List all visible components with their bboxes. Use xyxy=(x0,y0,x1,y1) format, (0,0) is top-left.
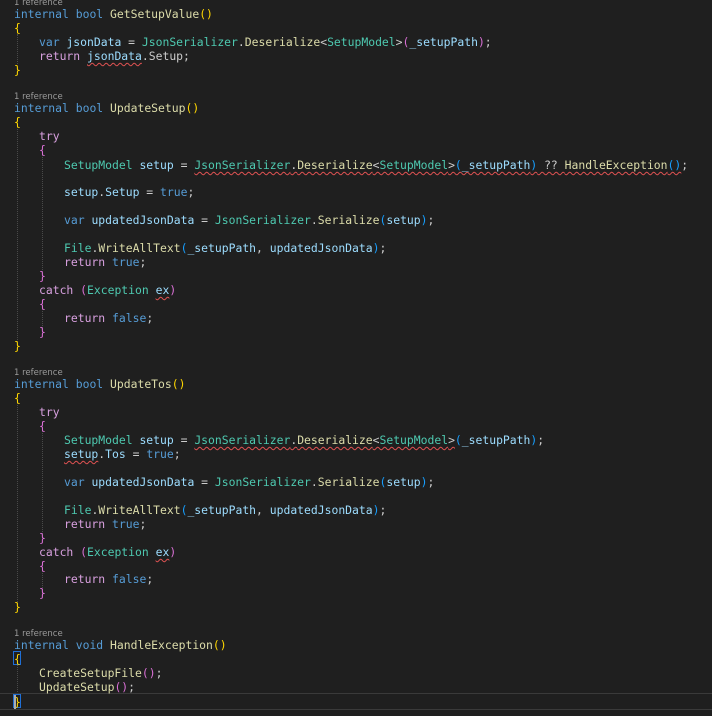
catch-clause: catch (Exception ex) xyxy=(39,545,177,559)
close-brace: } xyxy=(14,600,21,614)
open-brace: { xyxy=(39,559,46,573)
code-line: var updatedJsonData = JsonSerializer.Ser… xyxy=(64,213,435,227)
indent-guide xyxy=(17,126,18,342)
indent-guide xyxy=(17,34,18,64)
open-brace: { xyxy=(14,115,21,129)
close-brace: } xyxy=(14,63,21,77)
method-signature-updatetos: internal bool UpdateTos() xyxy=(14,377,186,391)
open-brace: { xyxy=(39,143,46,157)
indent-guide xyxy=(17,400,18,604)
code-line: setup.Setup = true; xyxy=(64,185,195,199)
catch-clause: catch (Exception ex) xyxy=(39,283,177,297)
text-caret xyxy=(14,695,16,709)
close-brace: } xyxy=(14,339,21,353)
indent-guide xyxy=(17,664,18,694)
open-brace: { xyxy=(39,297,46,311)
indent-guide xyxy=(42,430,43,538)
indent-guide xyxy=(42,154,43,274)
method-signature-getsetupvalue: internal bool GetSetupValue() xyxy=(14,7,213,21)
code-line: return false; xyxy=(64,311,154,325)
code-line: return jsonData.Setup; xyxy=(39,49,190,63)
code-line: UpdateSetup(); xyxy=(39,680,136,694)
open-brace: { xyxy=(14,652,21,666)
method-signature-updatesetup: internal bool UpdateSetup() xyxy=(14,101,200,115)
code-line: return true; xyxy=(64,255,147,269)
close-brace: } xyxy=(39,325,46,339)
code-line: return true; xyxy=(64,517,147,531)
open-brace: { xyxy=(14,391,21,405)
code-line: var updatedJsonData = JsonSerializer.Ser… xyxy=(64,475,435,489)
current-line-highlight xyxy=(0,693,712,710)
code-line: setup.Tos = true; xyxy=(64,447,181,461)
code-line: return false; xyxy=(64,572,154,586)
code-editor[interactable]: 1 reference internal bool GetSetupValue(… xyxy=(0,0,712,716)
code-line: SetupModel setup = JsonSerializer.Deseri… xyxy=(64,158,689,172)
open-brace: { xyxy=(39,419,46,433)
method-signature-handleexception: internal void HandleException() xyxy=(14,638,227,652)
close-brace: } xyxy=(39,586,46,600)
open-brace: { xyxy=(14,21,21,35)
